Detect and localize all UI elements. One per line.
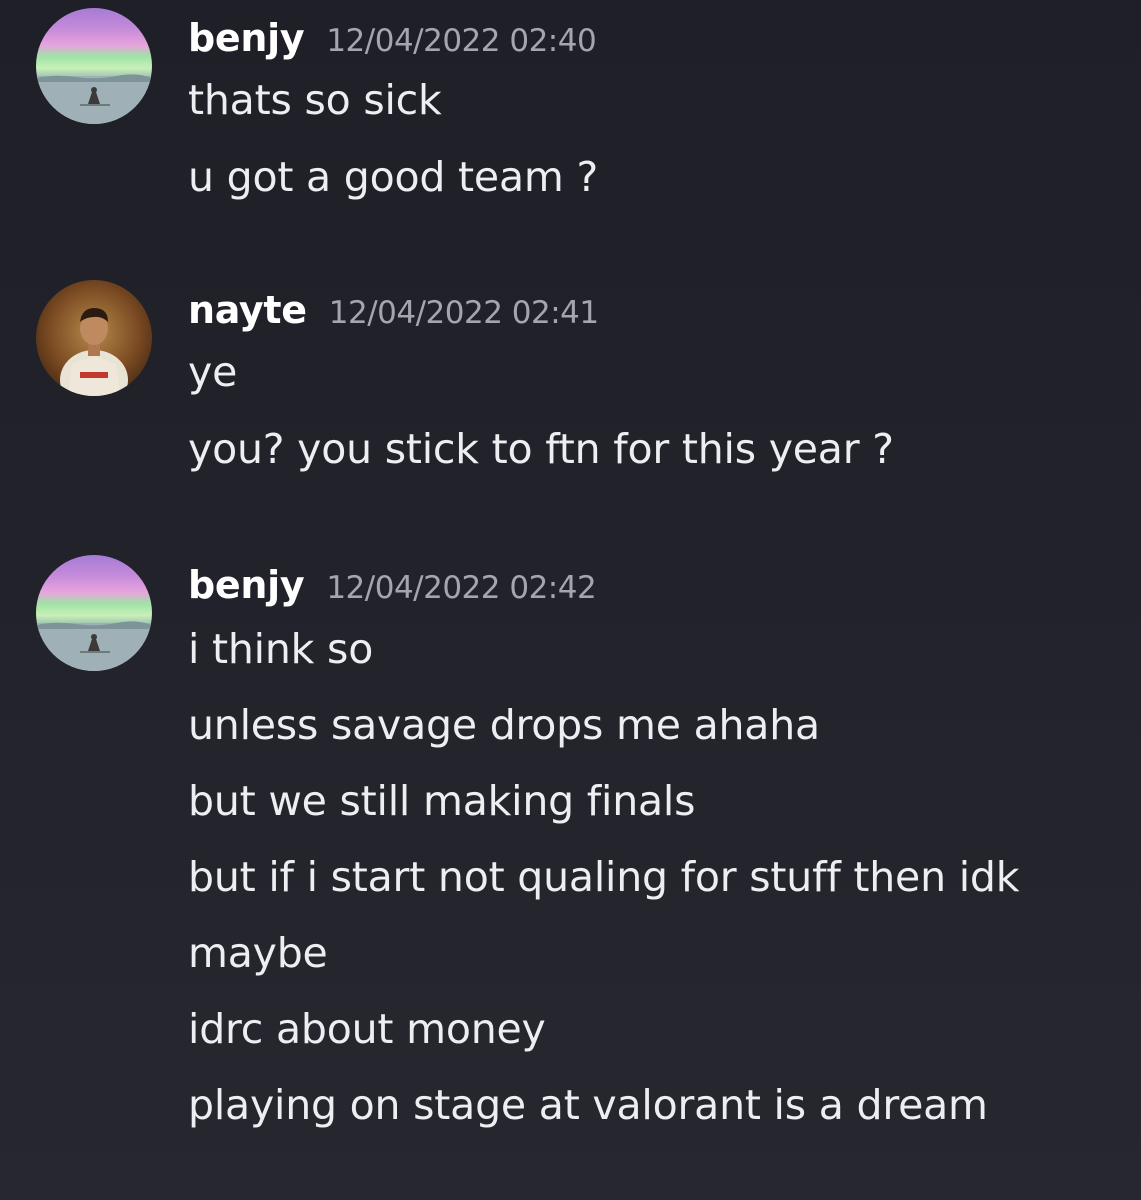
message-line: but if i start not qualing for stuff the… [188, 853, 1020, 901]
message-line: ye [188, 348, 238, 396]
message-header: nayte 12/04/2022 02:41 [188, 288, 599, 338]
message-line: u got a good team ? [188, 153, 599, 201]
username[interactable]: nayte [188, 288, 307, 332]
chat-message-list: benjy 12/04/2022 02:40 thats so sick u go… [0, 0, 1141, 1200]
footballer-avatar-icon[interactable] [36, 280, 152, 396]
sunset-sea-avatar-icon[interactable] [36, 8, 152, 124]
timestamp: 12/04/2022 02:41 [328, 295, 599, 331]
message-line: playing on stage at valorant is a dream [188, 1081, 988, 1129]
message-line: idrc about money [188, 1005, 546, 1053]
message-group: nayte 12/04/2022 02:41 ye you? you stick … [0, 280, 1141, 480]
message-header: benjy 12/04/2022 02:40 [188, 16, 597, 66]
message-header: benjy 12/04/2022 02:42 [188, 563, 597, 613]
message-group: benjy 12/04/2022 02:40 thats so sick u go… [0, 8, 1141, 208]
message-group: benjy 12/04/2022 02:42 i think so unless … [0, 555, 1141, 1155]
username[interactable]: benjy [188, 563, 305, 607]
timestamp: 12/04/2022 02:40 [326, 23, 597, 59]
message-line: but we still making finals [188, 777, 696, 825]
sunset-sea-avatar-icon[interactable] [36, 555, 152, 671]
message-line: unless savage drops me ahaha [188, 701, 820, 749]
message-line: thats so sick [188, 76, 442, 124]
message-line: maybe [188, 929, 328, 977]
timestamp: 12/04/2022 02:42 [326, 570, 597, 606]
message-line: i think so [188, 625, 374, 673]
message-line: you? you stick to ftn for this year ? [188, 425, 894, 473]
username[interactable]: benjy [188, 16, 305, 60]
